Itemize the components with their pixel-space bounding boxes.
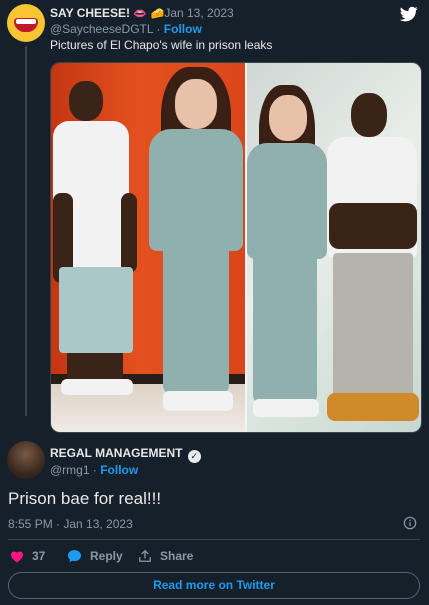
quoted-handle[interactable]: @SaycheeseDGTL [50, 22, 153, 36]
lips-emoji: 👄 [133, 8, 148, 20]
like-count: 37 [32, 549, 46, 563]
share-button[interactable]: Share [138, 549, 193, 563]
right-woman-pants [253, 255, 317, 405]
right-woman-shoes [253, 399, 319, 417]
read-more-on-twitter-button[interactable]: Read more on Twitter [8, 572, 420, 599]
quoted-follow-link[interactable]: Follow [164, 22, 202, 36]
thread-connector-line [25, 46, 27, 416]
left-man-arm-right [121, 193, 137, 273]
right-woman-face [269, 95, 307, 141]
left-man-head [69, 81, 103, 121]
twitter-bird-icon[interactable] [399, 5, 419, 23]
right-man-pants [333, 253, 413, 401]
verified-badge-icon: ✓ [187, 450, 201, 463]
quoted-author-name[interactable]: SAY CHEESE! 👄 🧀 [50, 6, 164, 20]
left-photo [51, 63, 245, 432]
reply-author-name[interactable]: REGAL MANAGEMENT ✓ [50, 446, 201, 463]
action-divider [8, 539, 420, 540]
reply-tweet-text: Prison bae for real!!! [8, 489, 162, 508]
reply-label: Reply [90, 549, 123, 563]
say-cheese-avatar[interactable] [7, 4, 45, 42]
left-woman-sweater [149, 129, 243, 251]
left-woman-pants [163, 247, 229, 395]
left-woman-face [175, 79, 217, 129]
reply-bubble-icon [67, 550, 82, 563]
avatar-teeth [16, 19, 36, 24]
right-photo [247, 63, 421, 432]
heart-icon [10, 551, 24, 563]
like-button[interactable]: 37 [10, 549, 45, 563]
right-man-arms [329, 203, 417, 249]
info-icon[interactable] [403, 516, 417, 530]
tweet-embed-card: SAY CHEESE! 👄 🧀 · Jan 13, 2023 @Saychees… [0, 0, 429, 605]
right-woman-sweater [247, 143, 327, 259]
quoted-handle-row: @SaycheeseDGTL · Follow [50, 22, 202, 36]
quoted-tweet-text: Pictures of El Chapo's wife in prison le… [50, 38, 273, 52]
right-man-boots [327, 393, 419, 421]
left-woman-shoes [163, 391, 233, 411]
regal-management-avatar[interactable] [7, 441, 45, 479]
reply-timestamp[interactable]: 8:55 PM · Jan 13, 2023 [8, 517, 133, 531]
reply-handle-row: @rmg1 · Follow [50, 463, 139, 477]
reply-button[interactable]: Reply [67, 549, 123, 563]
left-man-shorts [59, 267, 133, 353]
reply-handle[interactable]: @rmg1 [50, 463, 90, 477]
right-man-head [351, 93, 387, 137]
quoted-date[interactable]: · Jan 13, 2023 [157, 6, 234, 20]
reply-follow-link[interactable]: Follow [100, 463, 138, 477]
tweet-media-image[interactable] [50, 62, 422, 433]
share-label: Share [160, 549, 194, 563]
share-icon [139, 549, 151, 562]
left-man-shoes [61, 379, 133, 395]
